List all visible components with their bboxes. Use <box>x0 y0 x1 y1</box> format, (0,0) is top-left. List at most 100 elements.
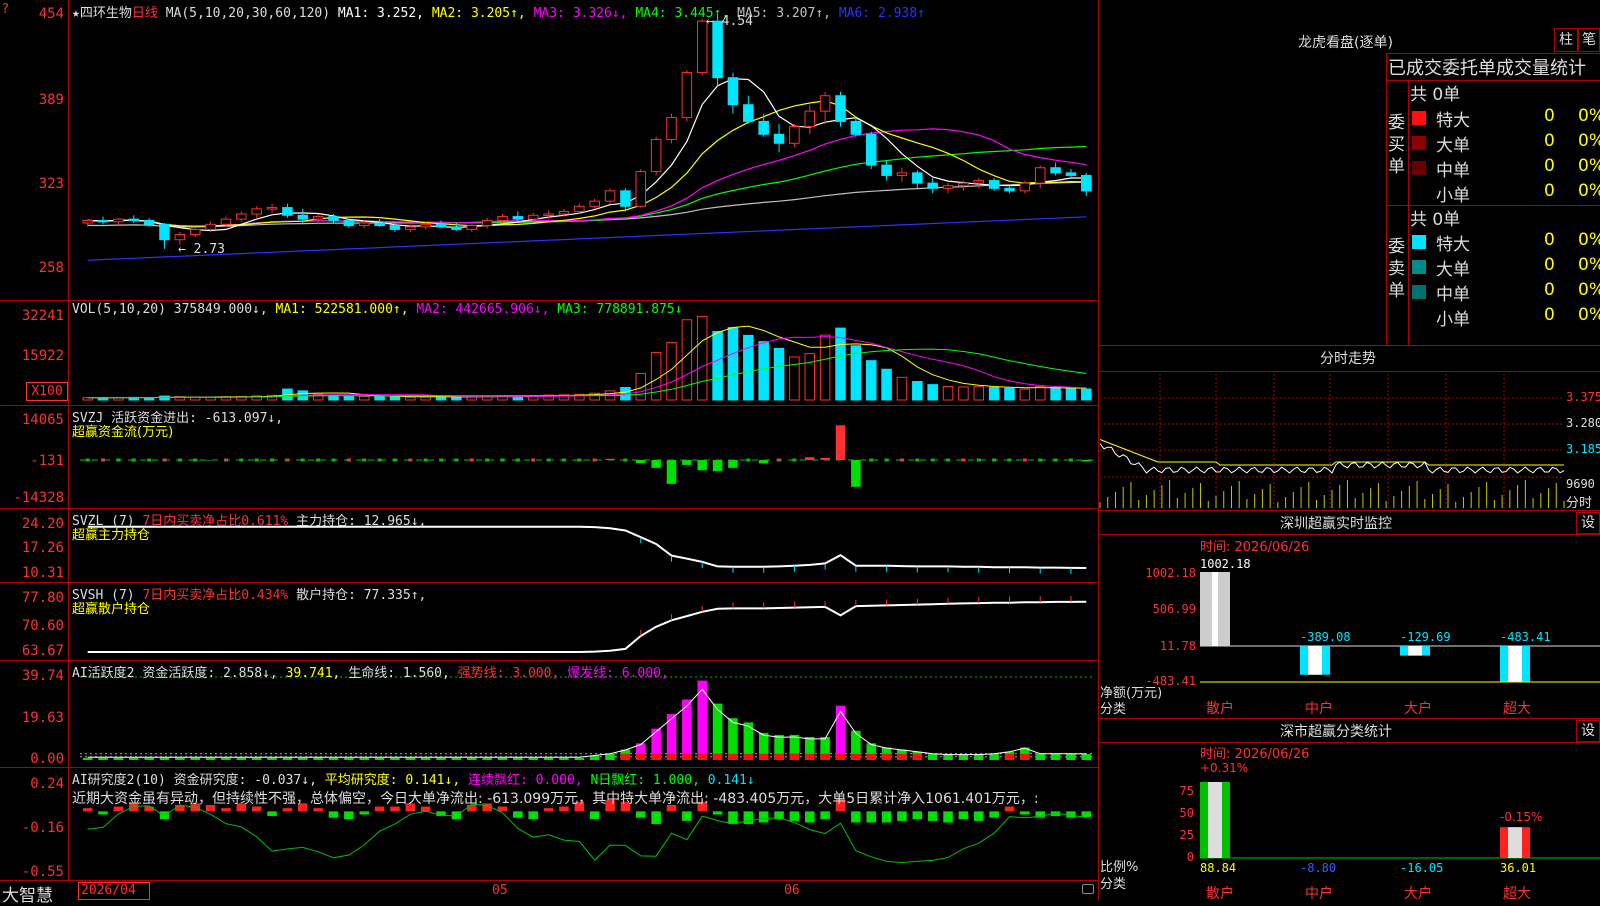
class-top-divider <box>1098 718 1600 719</box>
volume-bar <box>1051 387 1061 400</box>
ai-research-bar <box>590 811 600 819</box>
ai-active-bar <box>989 754 999 760</box>
sz-class-x-caption: 分类 <box>1100 873 1126 892</box>
volume-bar <box>928 385 938 400</box>
ai-research-bar <box>959 811 969 819</box>
candle-body <box>820 96 830 111</box>
candle-body <box>590 201 600 206</box>
ai-active-base <box>759 754 769 760</box>
buy-row-pct: 0% <box>1578 156 1600 176</box>
candle-body <box>1051 168 1061 173</box>
pen-view-button[interactable]: 笔 <box>1578 28 1600 52</box>
svzl-legend-item: 主力持仓: 12.965↓, <box>296 514 426 529</box>
ai-research-bar <box>805 811 815 822</box>
sell-row-pct: 0% <box>1578 230 1600 250</box>
ai-active-bar <box>206 758 216 760</box>
svzj-bar <box>651 460 661 468</box>
svzl-legend-item: 7日内买卖净占比0.611% <box>142 514 296 529</box>
svzl-subtitle: 超赢主力持仓 <box>72 524 150 543</box>
intraday-title: 分时走势 <box>1320 348 1376 368</box>
svsh-line <box>88 602 1087 652</box>
ai-active-bar <box>375 758 385 760</box>
buy-row-name: 大单 <box>1436 131 1470 156</box>
ai-active-bar <box>237 758 247 760</box>
ai-active-bar <box>482 758 492 760</box>
ai-active-bar <box>513 758 523 760</box>
y-label-svzl-0: 24.20 <box>0 516 64 532</box>
volume-bar <box>390 397 400 400</box>
category-label: 中户 <box>1305 883 1333 903</box>
candle-body <box>544 214 554 216</box>
candle-body <box>575 206 585 211</box>
candle-body <box>390 226 400 230</box>
sz-monitor-value-label: -129.69 <box>1400 630 1451 644</box>
vol-legend-item: MA2: 442665.906↓, <box>416 302 557 317</box>
buy-row-count: 0 <box>1544 131 1555 151</box>
ai-active-base <box>851 754 861 760</box>
sz-class-bar-highlight <box>1208 782 1222 858</box>
sz-monitor-value-label: 1002.18 <box>1200 557 1251 571</box>
svzj-bar <box>836 425 846 460</box>
ai-active-legend-item: 生命线: 1.560, <box>348 666 457 681</box>
candle-body <box>252 209 262 214</box>
candle-body <box>313 217 323 220</box>
sz-class-value-label: -16.05 <box>1400 861 1443 875</box>
chart-canvas[interactable] <box>0 0 1098 900</box>
ma-legend-item: MA6: 2.938↑ <box>839 6 925 21</box>
ai-active-bar <box>160 758 170 760</box>
candle-body <box>513 217 523 220</box>
buy-row-count: 0 <box>1544 156 1555 176</box>
svzj-dot <box>961 458 965 461</box>
candle-body <box>928 183 938 188</box>
ai-research-bar <box>943 811 953 822</box>
svzj-bar <box>851 460 861 487</box>
volume-bar <box>790 357 800 400</box>
lock-icon[interactable] <box>1082 884 1094 894</box>
candle-body <box>482 220 492 225</box>
buy-row-count: 0 <box>1544 106 1555 126</box>
column-view-button[interactable]: 柱 <box>1554 28 1578 52</box>
candle-body <box>989 181 999 189</box>
candle-body <box>237 214 247 219</box>
volume-bar <box>805 354 815 400</box>
volume-bar <box>697 316 707 400</box>
ai-active-legend-item: 爆发线: 6.000, <box>567 666 669 681</box>
ai-active-base <box>790 754 800 760</box>
ai-research-bar <box>359 811 369 814</box>
intraday-price-mid: 3.280 <box>1566 416 1600 430</box>
candle-body <box>621 191 631 206</box>
brand-logo: 大智慧 <box>2 881 53 906</box>
buy-row-count: 0 <box>1544 181 1555 201</box>
ai-research-bar <box>882 811 892 822</box>
sell-row-name: 中单 <box>1436 280 1470 305</box>
candle-body <box>774 134 784 143</box>
candle-body <box>1066 173 1076 176</box>
ai-active-base <box>1020 754 1030 760</box>
ai-research-bar <box>744 811 754 824</box>
ai-active-bar <box>98 758 108 760</box>
sz-class-settings-button[interactable]: 设 <box>1576 720 1600 742</box>
period-label[interactable]: 日线 <box>132 6 158 21</box>
sz-monitor-settings-button[interactable]: 设 <box>1576 512 1600 534</box>
intraday-price-line <box>1100 444 1564 473</box>
buy-color-swatch <box>1412 136 1426 150</box>
y-label-svzl-1: 17.26 <box>0 540 64 556</box>
category-label: 大户 <box>1404 883 1432 903</box>
ai-research-bar <box>913 811 923 819</box>
stock-name[interactable]: 四环生物 <box>80 6 132 21</box>
ai-active-base <box>805 754 815 760</box>
ai-active-base <box>836 754 846 760</box>
ai-active-bar <box>1066 754 1076 760</box>
candle-body <box>651 139 661 171</box>
ai-active-base <box>866 754 876 760</box>
sz-monitor-time: 时间: 2026/06/26 <box>1200 536 1309 555</box>
vol-legend-item: MA1: 522581.000↑, <box>276 302 417 317</box>
ai-research-bar <box>928 811 938 821</box>
ai-active-bar <box>283 758 293 760</box>
vol-unit-badge[interactable]: X100 <box>26 382 68 401</box>
ai-research-bar <box>1082 811 1092 817</box>
volume-bar <box>344 396 354 400</box>
candle-body <box>943 186 953 189</box>
sz-monitor-bar-highlight <box>1308 646 1322 675</box>
sell-color-swatch <box>1412 285 1426 299</box>
